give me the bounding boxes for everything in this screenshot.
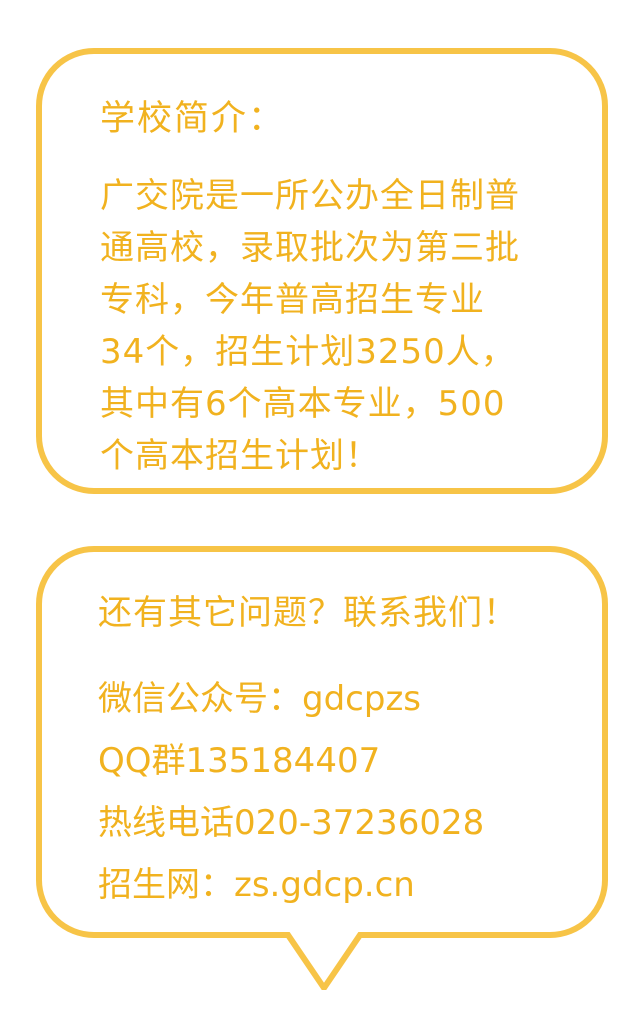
speech-bubble-tail-icon (286, 932, 362, 990)
school-intro-body: 广交院是一所公办全日制普 通高校，录取批次为第三批 专科，今年普高招生专业 34… (100, 170, 555, 482)
contact-list: 微信公众号：gdcpzs QQ群135184407 热线电话020-372360… (98, 668, 484, 916)
hotline-text: 热线电话020-37236028 (98, 803, 485, 843)
school-intro-card: 学校简介： 广交院是一所公办全日制普 通高校，录取批次为第三批 专科，今年普高招… (36, 48, 608, 494)
school-intro-line-2: 通高校，录取批次为第三批 (100, 228, 520, 268)
school-intro-line-6: 个高本招生计划！ (100, 436, 380, 476)
school-intro-line-3: 专科，今年普高招生专业 (100, 280, 485, 320)
admissions-website-text: 招生网：zs.gdcp.cn (98, 865, 415, 905)
wechat-account-text: 微信公众号：gdcpzs (98, 679, 421, 719)
school-intro-line-4: 34个，招生计划3250人， (100, 332, 516, 372)
contact-title: 还有其它问题？联系我们！ (98, 593, 518, 633)
school-intro-line-5: 其中有6个高本专业，500 (100, 384, 506, 424)
school-intro-title: 学校简介： (100, 99, 286, 139)
qq-group-text: QQ群135184407 (98, 741, 381, 781)
school-intro-line-1: 广交院是一所公办全日制普 (100, 176, 520, 216)
contact-card: 还有其它问题？联系我们！ 微信公众号：gdcpzs QQ群135184407 热… (36, 546, 608, 938)
